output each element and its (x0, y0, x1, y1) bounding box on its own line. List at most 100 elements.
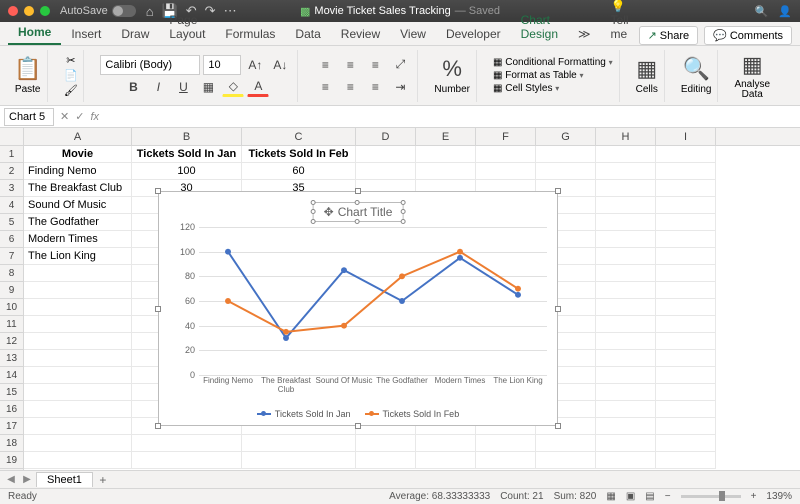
cell[interactable] (656, 367, 716, 384)
row-header[interactable]: 15 (0, 384, 23, 401)
cell[interactable] (24, 299, 132, 316)
cell[interactable] (656, 163, 716, 180)
font-name-select[interactable] (100, 55, 200, 75)
maximize-icon[interactable] (40, 6, 50, 16)
cell[interactable] (356, 435, 416, 452)
row-header[interactable]: 4 (0, 197, 23, 214)
zoom-in-icon[interactable]: + (751, 491, 757, 502)
comments-button[interactable]: 💬Comments (704, 26, 792, 45)
column-header[interactable]: I (656, 128, 716, 145)
row-header[interactable]: 8 (0, 265, 23, 282)
cell[interactable] (596, 180, 656, 197)
row-header[interactable]: 6 (0, 231, 23, 248)
cell[interactable] (596, 316, 656, 333)
view-normal-icon[interactable]: ▦ (606, 491, 615, 502)
column-header[interactable]: B (132, 128, 242, 145)
zoom-slider[interactable] (681, 495, 741, 498)
sheet-nav-prev-icon[interactable]: ◀ (4, 474, 18, 485)
cell[interactable] (356, 452, 416, 469)
cell[interactable] (596, 401, 656, 418)
align-bottom-icon[interactable]: ≡ (364, 55, 386, 75)
tell-me[interactable]: 💡Tell me (601, 0, 639, 45)
row-header[interactable]: 1 (0, 146, 23, 163)
tab-draw[interactable]: Draw (111, 23, 159, 45)
plot-area[interactable]: 020406080100120 (199, 227, 547, 375)
row-header[interactable]: 12 (0, 333, 23, 350)
column-header[interactable]: C (242, 128, 356, 145)
cell[interactable] (24, 265, 132, 282)
cell[interactable] (656, 197, 716, 214)
cell[interactable] (656, 333, 716, 350)
cell[interactable] (656, 418, 716, 435)
tab-data[interactable]: Data (285, 23, 330, 45)
cell[interactable] (476, 146, 536, 163)
cell[interactable] (596, 231, 656, 248)
account-icon[interactable]: 👤 (778, 5, 792, 18)
cell[interactable] (656, 180, 716, 197)
cell[interactable] (656, 350, 716, 367)
name-box[interactable] (4, 108, 54, 126)
cell[interactable] (24, 401, 132, 418)
tab-more[interactable]: ≫ (568, 23, 601, 45)
tab-home[interactable]: Home (8, 21, 61, 45)
resize-handle[interactable] (555, 188, 561, 194)
cell[interactable] (24, 367, 132, 384)
cell[interactable] (656, 452, 716, 469)
cell[interactable] (596, 299, 656, 316)
column-header[interactable]: E (416, 128, 476, 145)
tab-review[interactable]: Review (331, 23, 390, 45)
sheet-tab[interactable]: Sheet1 (36, 472, 93, 487)
font-size-select[interactable] (203, 55, 241, 75)
minimize-icon[interactable] (24, 6, 34, 16)
copy-icon[interactable]: 📄 (64, 69, 78, 82)
row-header[interactable]: 19 (0, 452, 23, 469)
column-header[interactable]: G (536, 128, 596, 145)
cell[interactable] (656, 299, 716, 316)
cell[interactable] (596, 146, 656, 163)
cell[interactable] (416, 435, 476, 452)
cell[interactable] (596, 367, 656, 384)
indent-icon[interactable]: ⇥ (389, 77, 411, 97)
align-middle-icon[interactable]: ≡ (339, 55, 361, 75)
row-header[interactable]: 9 (0, 282, 23, 299)
chart-title[interactable]: ✥Chart Title (313, 202, 404, 222)
cell[interactable] (24, 418, 132, 435)
increase-font-icon[interactable]: A↑ (244, 55, 266, 75)
cell[interactable] (476, 452, 536, 469)
cell[interactable] (596, 384, 656, 401)
cell[interactable] (132, 452, 242, 469)
cell[interactable]: The Breakfast Club (24, 180, 132, 197)
column-header[interactable]: H (596, 128, 656, 145)
analyse-icon[interactable]: ▦ (742, 52, 763, 78)
formula-bar[interactable] (105, 108, 800, 126)
worksheet-grid[interactable]: 12345678910111213141516171819 MovieTicke… (0, 146, 800, 476)
align-right-icon[interactable]: ≡ (364, 77, 386, 97)
align-left-icon[interactable]: ≡ (314, 77, 336, 97)
cell[interactable] (596, 452, 656, 469)
cell[interactable]: Tickets Sold In Feb (242, 146, 356, 163)
editing-icon[interactable]: 🔍 (682, 56, 709, 82)
row-header[interactable]: 14 (0, 367, 23, 384)
cell[interactable] (656, 214, 716, 231)
row-header[interactable]: 2 (0, 163, 23, 180)
italic-button[interactable]: I (147, 77, 169, 97)
cell[interactable] (596, 418, 656, 435)
chart-legend[interactable]: Tickets Sold In JanTickets Sold In Feb (159, 409, 557, 419)
home-icon[interactable]: ⌂ (146, 4, 154, 19)
tab-view[interactable]: View (390, 23, 436, 45)
row-header[interactable]: 3 (0, 180, 23, 197)
cell[interactable] (656, 435, 716, 452)
tab-chart-design[interactable]: Chart Design (511, 9, 568, 45)
row-header[interactable]: 5 (0, 214, 23, 231)
decrease-font-icon[interactable]: A↓ (269, 55, 291, 75)
tab-insert[interactable]: Insert (61, 23, 111, 45)
row-header[interactable]: 7 (0, 248, 23, 265)
cell[interactable]: Sound Of Music (24, 197, 132, 214)
cell[interactable]: 60 (242, 163, 356, 180)
resize-handle[interactable] (155, 306, 161, 312)
cell[interactable] (536, 452, 596, 469)
row-header[interactable]: 18 (0, 435, 23, 452)
cell[interactable] (656, 265, 716, 282)
border-button[interactable]: ▦ (197, 77, 219, 97)
cell[interactable] (656, 282, 716, 299)
